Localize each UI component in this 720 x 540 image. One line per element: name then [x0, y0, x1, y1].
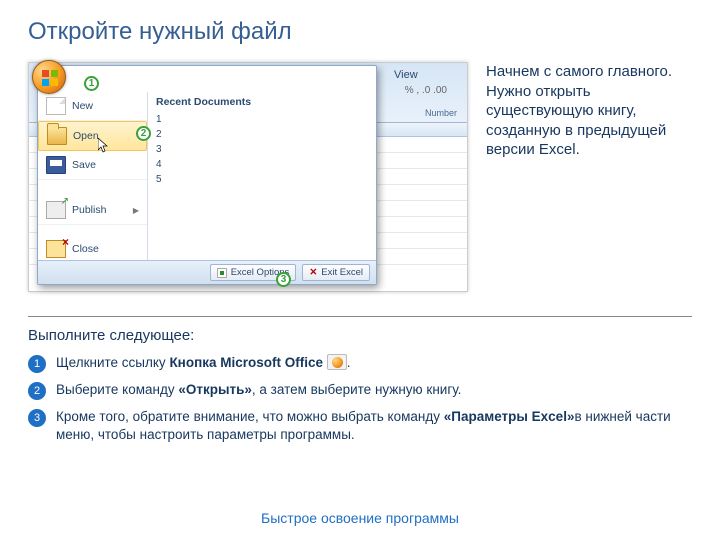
step-1: 1 Щелкните ссылку Кнопка Microsoft Offic… [28, 354, 692, 373]
step-text-pre: Выберите команду [56, 382, 178, 397]
menu-item-open[interactable]: Open [38, 121, 147, 151]
step-text-bold: Кнопка Microsoft Office [169, 355, 323, 370]
step-text-pre: Кроме того, обратите внимание, что можно… [56, 409, 444, 424]
exit-excel-button[interactable]: ✕ Exit Excel [302, 264, 370, 281]
menu-item-save[interactable]: Save [38, 151, 147, 180]
callout-1: 1 [84, 76, 99, 91]
menu-label: Save [72, 159, 96, 171]
office-logo-icon [42, 70, 58, 86]
step-number-2: 2 [28, 382, 46, 400]
button-label: Exit Excel [321, 267, 363, 278]
ribbon-number-format-buttons[interactable]: % , .0 .00 [405, 85, 447, 96]
step-2: 2 Выберите команду «Открыть», а затем вы… [28, 381, 692, 400]
step-text-pre: Щелкните ссылку [56, 355, 169, 370]
office-menu: New Open Save Publish ▶ Close [37, 65, 377, 285]
slide-title: Откройте нужный файл [0, 0, 720, 46]
screenshot-figure: View % , .0 .00 Number New Open Save [28, 62, 468, 292]
recent-doc[interactable]: 4 [156, 157, 368, 172]
step-text-post: . [347, 355, 351, 370]
publish-icon [46, 201, 66, 219]
menu-item-publish[interactable]: Publish ▶ [38, 196, 147, 225]
chevron-right-icon: ▶ [133, 206, 139, 215]
recent-doc[interactable]: 2 [156, 127, 368, 142]
close-icon [46, 240, 66, 258]
intro-text: Начнем с самого главного. Нужно открыть … [486, 62, 691, 160]
office-button-icon [327, 354, 347, 370]
callout-3: 3 [276, 272, 291, 287]
save-icon [46, 156, 66, 174]
office-menu-commands: New Open Save Publish ▶ Close [38, 92, 148, 260]
recent-doc[interactable]: 5 [156, 172, 368, 187]
step-text-post: , а затем выберите нужную книгу. [252, 382, 461, 397]
step-text-bold: «Параметры Excel» [444, 409, 575, 424]
recent-documents-panel: Recent Documents 1 2 3 4 5 [148, 92, 376, 260]
menu-label: New [72, 100, 93, 112]
instructions-block: Выполните следующее: 1 Щелкните ссылку К… [28, 316, 692, 452]
menu-label: Publish [72, 204, 106, 216]
office-button[interactable] [32, 60, 66, 94]
recent-doc[interactable]: 1 [156, 112, 368, 127]
instructions-title: Выполните следующее: [28, 327, 692, 344]
recent-documents-header: Recent Documents [156, 96, 368, 108]
new-icon [46, 97, 66, 115]
ribbon-group-number: Number [425, 108, 457, 118]
menu-item-new[interactable]: New [38, 92, 147, 121]
callout-2: 2 [136, 126, 151, 141]
office-menu-bottom-bar: Excel Options ✕ Exit Excel [38, 260, 376, 284]
step-number-1: 1 [28, 355, 46, 373]
step-text-bold: «Открыть» [178, 382, 252, 397]
footer-text: Быстрое освоение программы [0, 510, 720, 526]
menu-label: Open [73, 130, 99, 142]
step-3: 3 Кроме того, обратите внимание, что мож… [28, 408, 692, 444]
menu-label: Close [72, 243, 99, 255]
recent-doc[interactable]: 3 [156, 142, 368, 157]
ribbon-tab-view[interactable]: View [394, 69, 418, 81]
open-icon [47, 127, 67, 145]
options-icon [217, 268, 227, 278]
step-number-3: 3 [28, 409, 46, 427]
exit-icon: ✕ [309, 267, 317, 278]
